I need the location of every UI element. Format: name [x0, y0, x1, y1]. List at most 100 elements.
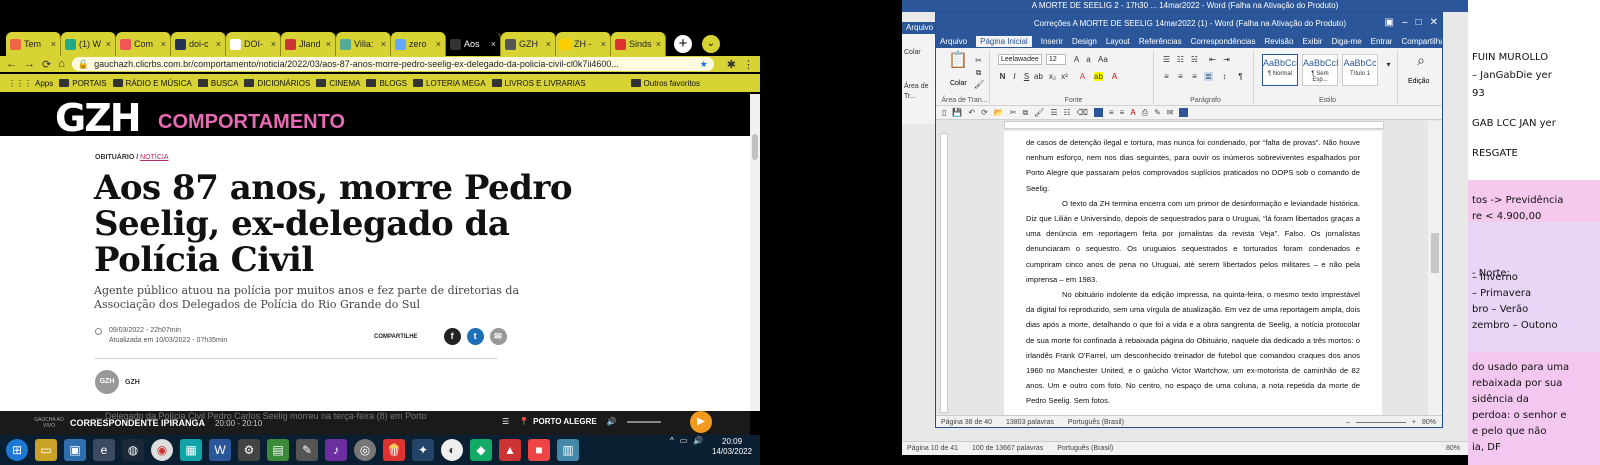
browser-tab[interactable]: DOI- ×: [226, 32, 281, 56]
tray-chevron-icon[interactable]: ^: [670, 436, 674, 445]
ribbon-tab[interactable]: Inserir: [1041, 37, 1063, 46]
color-swatch-icon[interactable]: [1179, 108, 1189, 117]
copy-icon[interactable]: ⧉: [1022, 108, 1028, 118]
justify-icon[interactable]: ≣: [1204, 72, 1213, 81]
strikethrough-icon[interactable]: ab: [1034, 72, 1043, 81]
close-tab-icon[interactable]: ×: [491, 39, 496, 49]
forward-icon[interactable]: →: [24, 58, 35, 70]
volume-tray-icon[interactable]: 🔊: [693, 436, 703, 445]
align-left-icon[interactable]: ≡: [1162, 72, 1171, 81]
bookmark-item[interactable]: RÁDIO E MÚSICA: [112, 79, 192, 88]
comment-icon[interactable]: ✉: [1167, 108, 1174, 117]
file-menu[interactable]: Arquivo: [902, 22, 936, 34]
app-icon-1[interactable]: ▣: [64, 439, 86, 461]
network-icon[interactable]: ▭: [680, 436, 688, 445]
text-effects-icon[interactable]: A: [1078, 72, 1087, 81]
close-tab-icon[interactable]: ×: [436, 39, 441, 49]
new-tab-button[interactable]: +: [674, 35, 692, 53]
twitter-icon[interactable]: t: [466, 328, 484, 345]
horizontal-ruler[interactable]: [1004, 121, 1384, 129]
ribbon-options-icon[interactable]: ▣: [1385, 17, 1394, 28]
browser-tab[interactable]: Tem ×: [6, 32, 61, 56]
save-icon[interactable]: 💾: [952, 108, 962, 117]
numbering-icon[interactable]: ☷: [1064, 108, 1071, 117]
font-name-box[interactable]: Leelawadee: [998, 54, 1042, 65]
tiles-icon[interactable]: ▦: [180, 439, 202, 461]
browser-tab[interactable]: zero ×: [391, 32, 446, 56]
bookmark-item[interactable]: DICIONÁRIOS: [244, 79, 310, 88]
format-painter-icon[interactable]: 🖌: [974, 80, 984, 89]
cut-icon[interactable]: ✂: [974, 56, 983, 65]
back-icon[interactable]: ←: [6, 58, 17, 70]
paragraph[interactable]: de casos de detenção ilegal e tortura, m…: [1026, 135, 1360, 196]
other-bookmarks[interactable]: Outros favoritos: [630, 79, 700, 88]
shrink-font-icon[interactable]: a: [1084, 55, 1093, 64]
close-tab-icon[interactable]: ×: [326, 39, 331, 49]
word-count[interactable]: 100 de 13667 palavras: [972, 445, 1043, 452]
close-tab-icon[interactable]: ×: [546, 39, 551, 49]
play-button[interactable]: ▶: [690, 411, 712, 433]
sticky-note[interactable]: FUIN MUROLLO – JanGabDie yer 93 GAB LCC JAN…: [1468, 0, 1600, 465]
bookmark-star-icon[interactable]: ★: [700, 59, 708, 70]
taskbar-clock[interactable]: 20:09 14/03/2022: [712, 437, 752, 457]
menu-icon[interactable]: ⋮: [743, 58, 754, 71]
word-icon[interactable]: W: [209, 439, 231, 461]
bold-icon[interactable]: N: [998, 72, 1007, 81]
language[interactable]: Português (Brasil): [1068, 419, 1124, 426]
app-icon-4[interactable]: ✎: [296, 439, 318, 461]
list-icon[interactable]: ☰: [502, 417, 509, 426]
close-tab-icon[interactable]: ×: [216, 39, 221, 49]
clear-format-icon[interactable]: ⌫: [1077, 108, 1088, 117]
grow-font-icon[interactable]: A: [1072, 55, 1081, 64]
volume-icon[interactable]: 🔊: [607, 417, 617, 426]
bookmark-item[interactable]: LOTERIA MEGA: [413, 79, 486, 88]
bookmark-item[interactable]: CINEMA: [316, 79, 360, 88]
bookmark-item[interactable]: ⋮⋮⋮ Apps: [8, 79, 53, 88]
superscript-icon[interactable]: x²: [1060, 72, 1069, 81]
app-icon-9[interactable]: ▲: [499, 439, 521, 461]
url-text[interactable]: gauchazh.clicrbs.com.br/comportamento/no…: [94, 59, 695, 69]
page-scrollbar[interactable]: [750, 94, 760, 411]
open-icon[interactable]: 📂: [994, 108, 1004, 117]
highlight-icon[interactable]: ab: [1094, 72, 1103, 81]
zoom-level[interactable]: 80%: [1422, 419, 1436, 426]
app-icon-2[interactable]: ⚙: [238, 439, 260, 461]
vertical-ruler[interactable]: [940, 133, 948, 413]
zoom-out-icon[interactable]: –: [1346, 419, 1350, 426]
browser-tab[interactable]: (1) W ×: [61, 32, 116, 56]
page-count[interactable]: Página 38 de 40: [941, 419, 992, 426]
steam-icon[interactable]: ◍: [122, 439, 144, 461]
home-icon[interactable]: ⌂: [58, 58, 65, 70]
scrollbar-thumb[interactable]: [752, 134, 758, 160]
find-icon[interactable]: ⌕: [1414, 53, 1428, 70]
app-icon-11[interactable]: ▥: [557, 439, 579, 461]
zoom-level[interactable]: 80%: [1446, 445, 1460, 452]
browser-tab[interactable]: Sinds ×: [611, 32, 666, 56]
decrease-indent-icon[interactable]: ⇤: [1208, 55, 1217, 64]
bookmark-item[interactable]: PORTAIS: [59, 79, 107, 88]
app-icon-8[interactable]: ◆: [470, 439, 492, 461]
format-painter-icon[interactable]: 🖌: [1034, 108, 1044, 117]
chrome-icon[interactable]: ◉: [151, 439, 173, 461]
document-page[interactable]: de casos de detenção ilegal e tortura, m…: [1004, 131, 1382, 415]
volume-slider[interactable]: [626, 420, 661, 423]
reload-icon[interactable]: ⟳: [42, 58, 51, 71]
music-icon[interactable]: ♪: [325, 439, 347, 461]
close-tab-icon[interactable]: ×: [106, 39, 111, 49]
print-preview-icon[interactable]: ⎙: [1142, 108, 1148, 118]
app-icon-3[interactable]: ▤: [267, 439, 289, 461]
email-icon[interactable]: ✉: [489, 328, 507, 345]
ribbon-tab[interactable]: Diga-me: [1331, 37, 1361, 46]
font-size-box[interactable]: 12: [1046, 54, 1066, 65]
app-icon-6[interactable]: ✦: [412, 439, 434, 461]
browser-tab[interactable]: Villa: ×: [336, 32, 391, 56]
radio-city[interactable]: PORTO ALEGRE: [533, 417, 597, 426]
page-count[interactable]: Página 10 de 41: [907, 445, 958, 452]
line-spacing-icon[interactable]: ↕: [1220, 72, 1229, 81]
maximize-icon[interactable]: □: [1416, 17, 1422, 28]
bookmark-item[interactable]: LIVROS E LIVRARIAS: [491, 79, 586, 88]
close-tab-icon[interactable]: ×: [51, 39, 56, 49]
italic-icon[interactable]: I: [1010, 72, 1019, 81]
bookmark-item[interactable]: BLOGS: [366, 79, 407, 88]
ribbon-tab[interactable]: Compartilhar: [1401, 37, 1442, 46]
